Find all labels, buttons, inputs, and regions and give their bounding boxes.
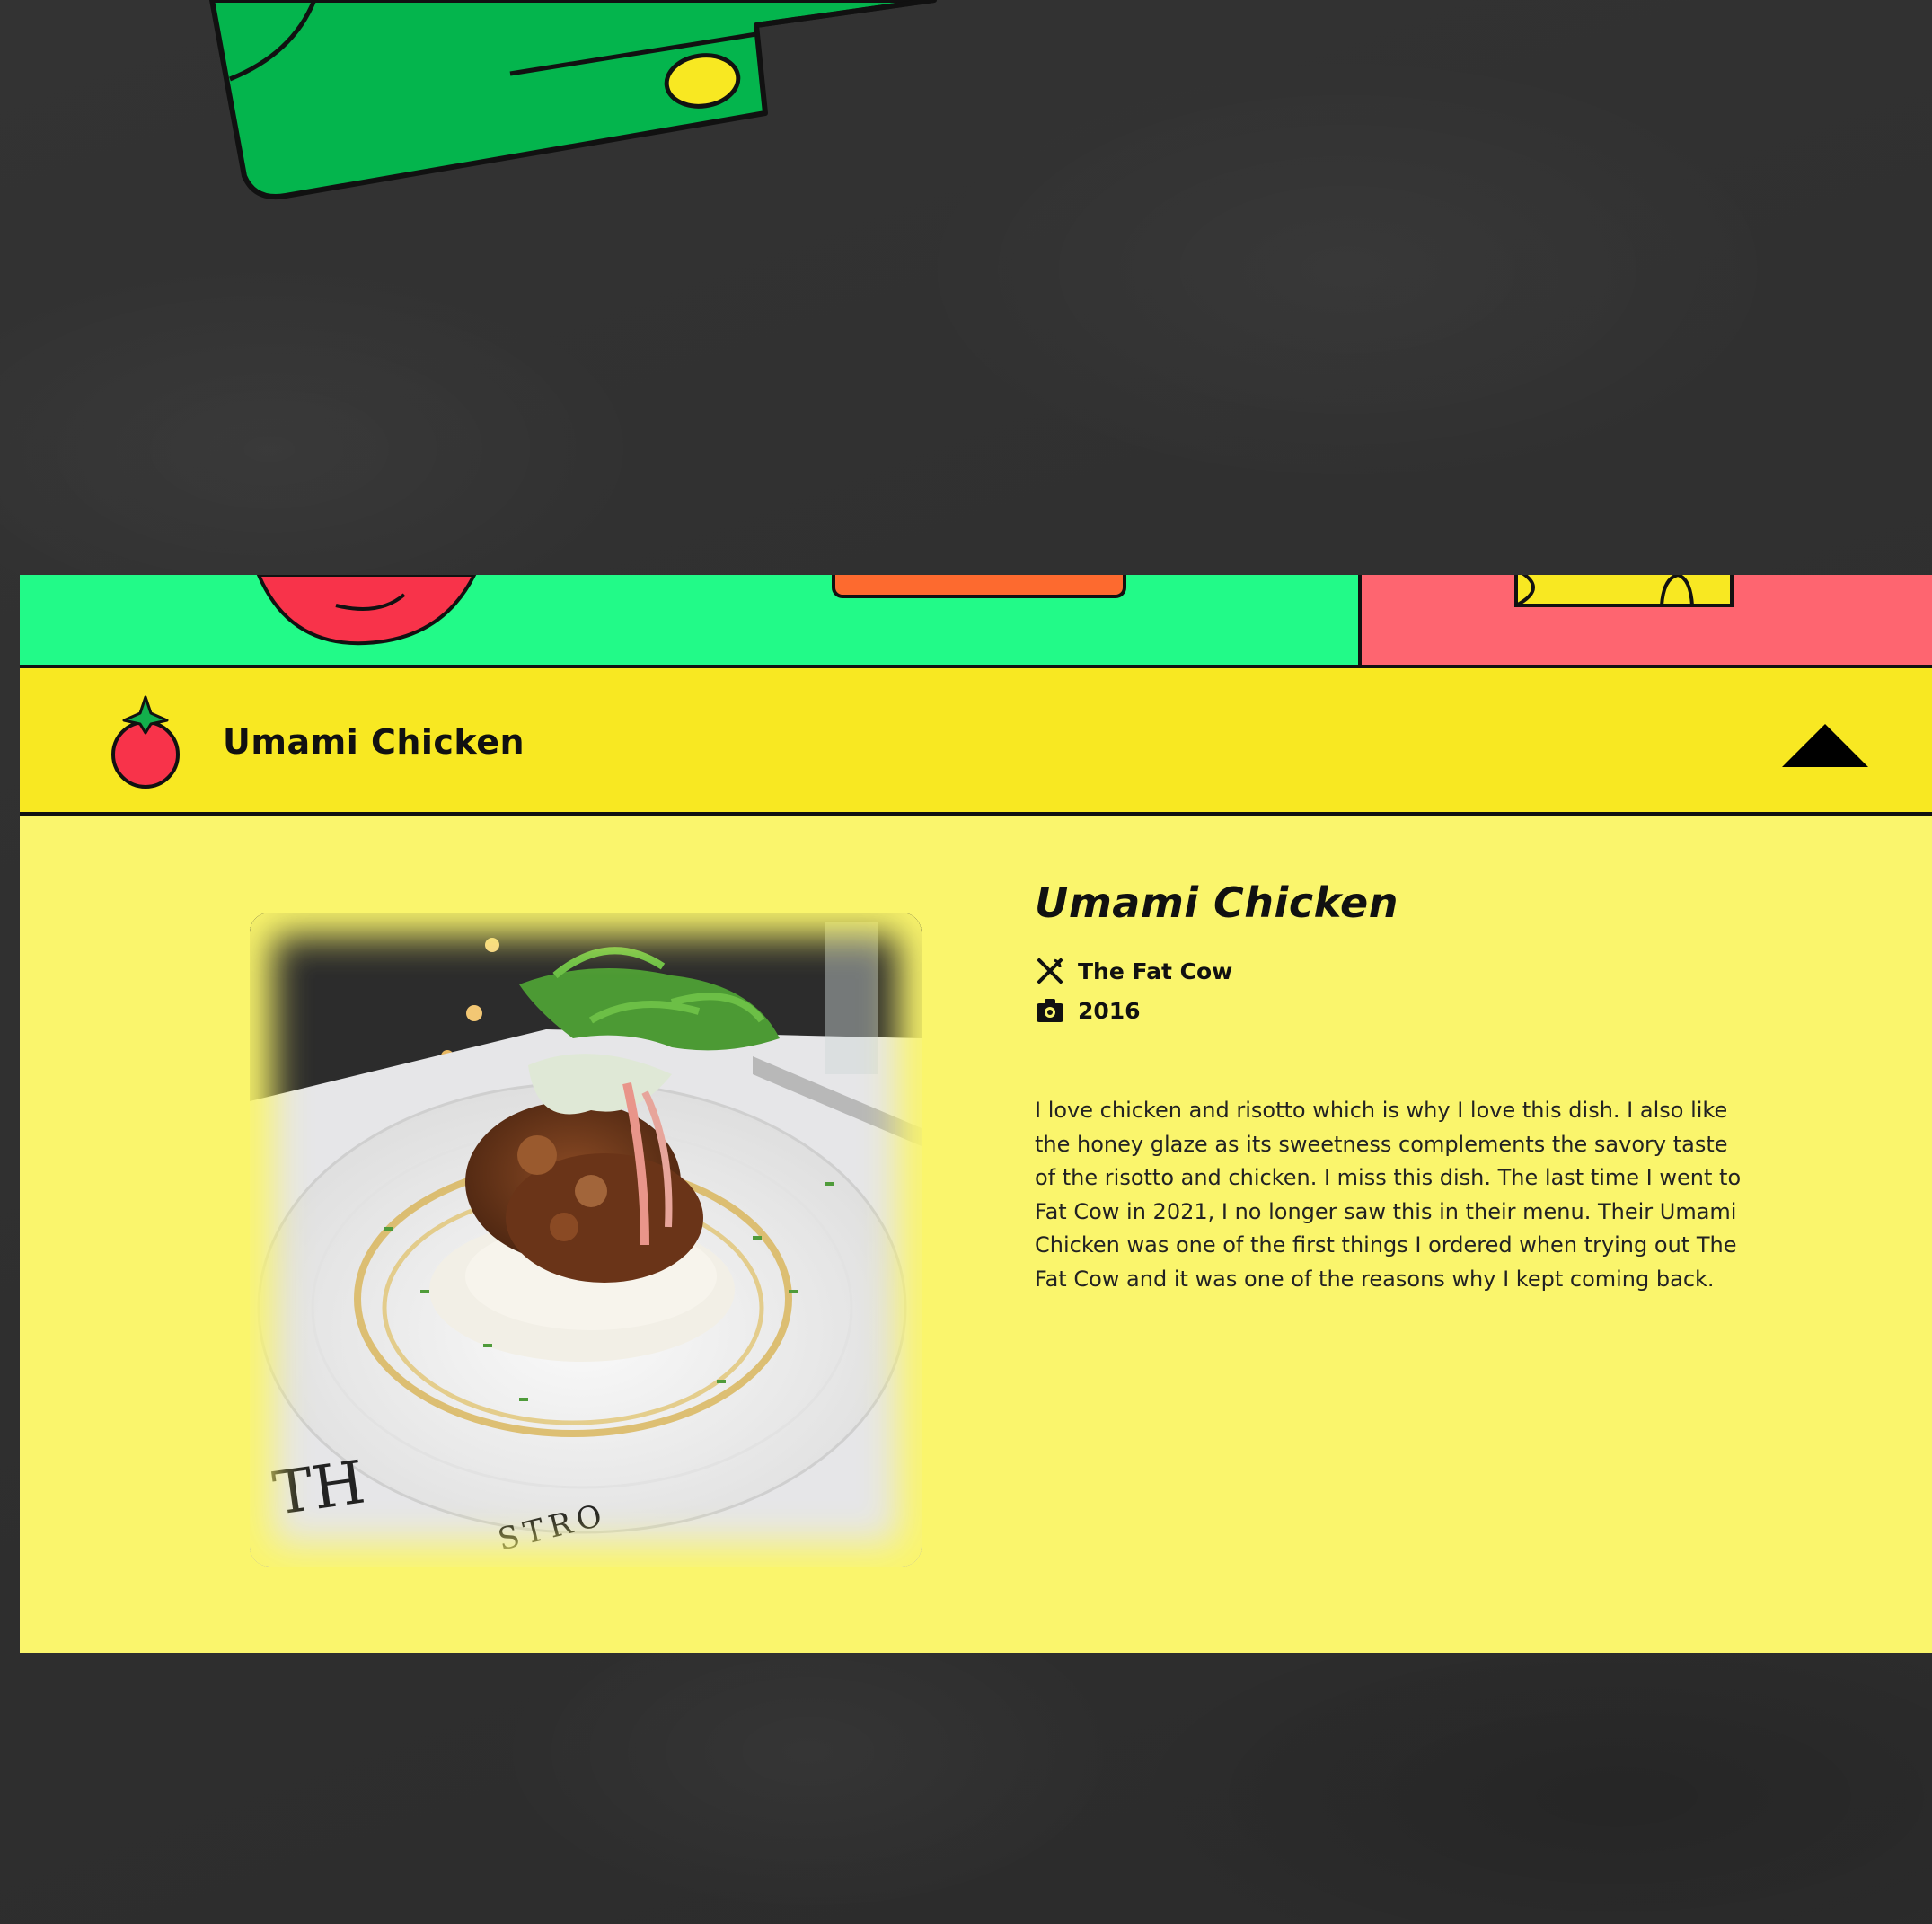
camera-icon [1035, 997, 1065, 1024]
accordion-panel: TH STRO Umami Chicken The Fat Cow 2016 I… [20, 816, 1932, 1653]
dish-description: I love chicken and risotto which is why … [1035, 1098, 1742, 1292]
dish-title: Umami Chicken [1035, 878, 1398, 927]
collapse-arrow-icon[interactable] [1778, 720, 1872, 771]
accordion-title: Umami Chicken [223, 722, 525, 762]
tomato-icon [101, 693, 190, 792]
svg-text:TH: TH [269, 1447, 369, 1528]
strip-green-panel [20, 575, 1358, 665]
photo-year: 2016 [1078, 997, 1141, 1024]
year-row: 2016 [1035, 997, 1771, 1024]
strip-pink-panel [1362, 575, 1932, 665]
decorative-color-strip [20, 575, 1932, 668]
green-card-illustration [209, 0, 937, 199]
strip-green-art [256, 575, 1126, 646]
accordion-header[interactable]: Umami Chicken [20, 668, 1932, 816]
restaurant-name: The Fat Cow [1078, 958, 1233, 984]
strip-pink-art [1514, 575, 1734, 607]
dish-photo-image: TH STRO [250, 913, 922, 1567]
dish-details: Umami Chicken The Fat Cow 2016 I love ch… [1035, 878, 1771, 1318]
dish-photo: TH STRO [235, 898, 936, 1581]
utensils-icon [1035, 958, 1065, 984]
restaurant-row: The Fat Cow [1035, 958, 1771, 984]
